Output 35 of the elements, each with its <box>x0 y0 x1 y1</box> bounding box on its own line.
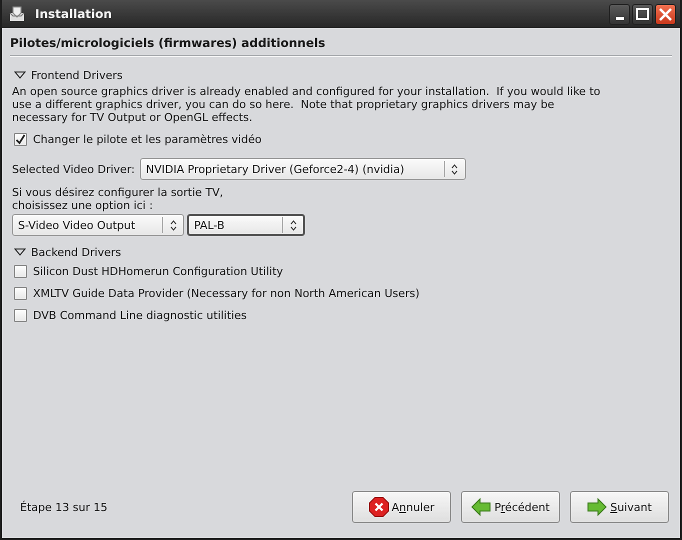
triangle-icon <box>14 71 26 79</box>
field-label: Si vous désirez configurer la sortie TV, choisissez une option ici : <box>12 186 224 212</box>
expander[interactable]: Frontend Drivers <box>14 67 672 83</box>
minimize-icon <box>616 16 624 20</box>
next-button[interactable]: Suivant <box>570 491 669 523</box>
checkbox-label[interactable]: Silicon Dust HDHomerun Configuration Utility <box>33 264 284 278</box>
field-label: Selected Video Driver: <box>12 162 135 176</box>
checkbox[interactable] <box>14 286 27 300</box>
page-title: Pilotes/micrologiciels (firmwares) additionnels <box>10 36 326 50</box>
step-counter: Étape 13 sur 15 <box>19 500 108 514</box>
checkbox-label[interactable]: Changer le pilote et les paramètres vidéo <box>33 132 262 146</box>
minimize-button[interactable] <box>609 4 630 24</box>
up-down-arrows-icon <box>290 220 296 230</box>
left-arrow-icon <box>471 497 492 517</box>
checkbox-label[interactable]: XMLTV Guide Data Provider (Necessary for non North American Users) <box>33 286 420 300</box>
checkbox[interactable] <box>14 264 27 278</box>
checkbox-label[interactable]: DVB Command Line diagnostic utilities <box>33 308 247 322</box>
right-arrow-icon <box>587 497 608 517</box>
triangle-icon <box>14 248 26 256</box>
close-button[interactable] <box>655 4 676 24</box>
description-text: An open source graphics driver is already enabled and configured for your installation. If you would like to use a different graphics driver, you can do so here. Note that proprietary graphics drivers may be necessary for TV Output or OpenGL effects. <box>12 85 602 124</box>
installer-icon <box>8 6 26 22</box>
cancel-button[interactable]: Annuler <box>352 491 451 523</box>
maximize-button[interactable] <box>632 4 653 24</box>
up-down-arrows-icon <box>170 220 176 230</box>
dropdown[interactable]: PAL-B <box>187 214 305 236</box>
checkbox[interactable] <box>14 132 27 146</box>
stop-sign-icon <box>368 497 389 517</box>
up-down-arrows-icon <box>451 164 458 174</box>
checkbox[interactable] <box>14 308 27 322</box>
window-title: Installation <box>35 7 113 21</box>
back-button[interactable]: Précédent <box>461 491 560 523</box>
dropdown[interactable]: NVIDIA Proprietary Driver (Geforce2-4) (nvidia) <box>140 158 466 180</box>
expander[interactable]: Backend Drivers <box>14 244 672 260</box>
dropdown[interactable]: S-Video Video Output <box>12 214 184 236</box>
